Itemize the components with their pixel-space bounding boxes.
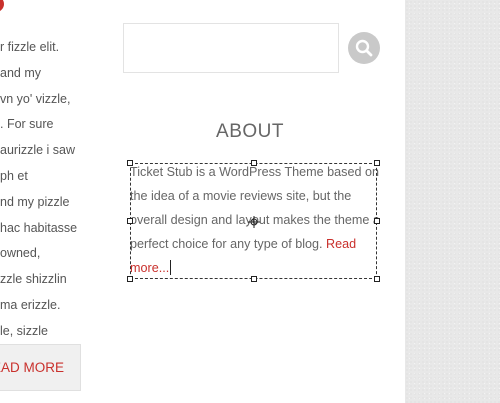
widget-heading-cut-off [214, 0, 294, 2]
resize-handle-bottom-left[interactable] [127, 276, 133, 282]
post-excerpt-line: hac habitasse [0, 220, 78, 235]
blog-post-excerpt: r fizzle elit. and my vn yo' vizzle, . F… [0, 0, 112, 403]
resize-handle-bottom[interactable] [251, 276, 257, 282]
resize-handle-bottom-right[interactable] [374, 276, 380, 282]
resize-handle-top-left[interactable] [127, 160, 133, 166]
text-cursor [170, 260, 172, 275]
about-heading: ABOUT [216, 121, 284, 142]
post-excerpt-line: aurizzle i saw [0, 143, 76, 158]
post-excerpt-line: zzle shizzlin [0, 272, 67, 287]
resize-handle-top-right[interactable] [374, 160, 380, 166]
post-excerpt-line: le, sizzle [0, 323, 48, 338]
post-excerpt-text: r fizzle elit. and my vn yo' vizzle, . F… [0, 35, 112, 345]
post-excerpt-line: ma erizzle. [0, 297, 61, 312]
comment-count-badge[interactable] [0, 0, 4, 12]
post-excerpt-line: nd my pizzle [0, 194, 70, 209]
search-input[interactable] [123, 23, 339, 73]
search-icon [355, 39, 373, 57]
post-excerpt-line: vn yo' vizzle, [0, 91, 71, 106]
resize-handle-top[interactable] [251, 160, 257, 166]
post-excerpt-line: owned, [0, 246, 41, 261]
post-excerpt-line: r fizzle elit. [0, 40, 60, 54]
post-excerpt-line: and my [0, 65, 41, 80]
resize-handle-right[interactable] [374, 218, 380, 224]
search-button[interactable] [348, 32, 380, 64]
move-handle-icon[interactable] [248, 216, 260, 228]
read-more-button[interactable]: EAD MORE [0, 344, 81, 391]
post-excerpt-line: . For sure [0, 117, 54, 132]
resize-handle-left[interactable] [127, 218, 133, 224]
post-excerpt-line: ph et [0, 168, 28, 183]
page-background-texture [405, 0, 500, 403]
